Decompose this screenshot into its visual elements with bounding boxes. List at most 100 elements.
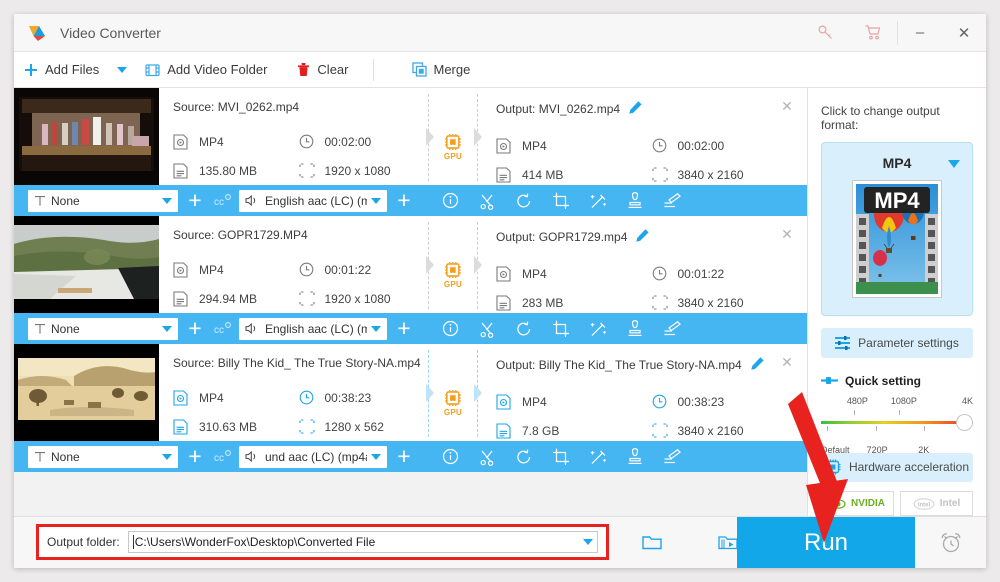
subtitle-icon[interactable] — [655, 188, 689, 214]
remove-file-button[interactable]: ✕ — [779, 226, 795, 242]
info-icon[interactable] — [433, 444, 467, 470]
watermark-icon[interactable] — [618, 444, 652, 470]
video-thumbnail[interactable] — [14, 88, 159, 185]
quality-slider[interactable]: 480P 1080P 4K Default 720P 2K — [821, 395, 973, 455]
open-output-folder-button[interactable] — [626, 517, 678, 569]
rename-output-button[interactable] — [750, 356, 765, 374]
output-format-card[interactable]: MP4 MP4 — [821, 142, 973, 317]
subtitle-select[interactable]: None — [28, 317, 178, 340]
quick-setting-label: Quick setting — [845, 373, 922, 388]
slider-knob[interactable] — [956, 413, 973, 431]
run-button[interactable]: Run — [737, 517, 915, 568]
output-folder-input[interactable]: C:\Users\WonderFox\Desktop\Converted Fil… — [127, 531, 598, 553]
text-icon — [35, 195, 45, 206]
add-video-folder-button[interactable]: Add Video Folder — [135, 52, 277, 88]
info-icon[interactable] — [433, 316, 467, 342]
cut-icon[interactable] — [470, 444, 504, 470]
folder-icon — [642, 536, 662, 550]
intel-icon: intel — [913, 497, 935, 510]
crop-icon[interactable] — [544, 188, 578, 214]
slider-label-1080p: 1080P — [890, 395, 917, 406]
file-row[interactable]: Source: Billy The Kid_ The True Story-NA… — [14, 344, 807, 472]
add-audio-button[interactable]: + — [391, 188, 417, 214]
output-size: 283 MB — [496, 288, 652, 317]
audio-track-select[interactable]: English aac (LC) (m — [239, 317, 387, 340]
app-title: Video Converter — [60, 24, 161, 41]
close-button[interactable]: ✕ — [942, 14, 986, 52]
key-icon[interactable] — [801, 14, 849, 52]
chevron-down-icon[interactable] — [948, 160, 960, 168]
speaker-icon — [245, 194, 256, 207]
effects-icon[interactable] — [581, 316, 615, 342]
source-filename: Source: GOPR1729.MP4 — [173, 228, 308, 242]
file-row[interactable]: Source: GOPR1729.MP4 MP4 00:01:22 294.94… — [14, 216, 807, 344]
source-resolution: 1920 x 1080 — [298, 156, 425, 185]
slider-track — [821, 420, 973, 424]
video-folder-icon — [718, 536, 738, 550]
hardware-acceleration-button[interactable]: Hardware acceleration — [821, 452, 973, 483]
video-thumbnail[interactable] — [14, 344, 159, 441]
nvidia-button[interactable]: NVIDIA — [821, 491, 894, 517]
file-row[interactable]: Source: MVI_0262.mp4 MP4 00:02:00 135.80… — [14, 88, 807, 216]
clear-button[interactable]: Clear — [287, 52, 358, 88]
subtitle-icon[interactable] — [655, 444, 689, 470]
chevron-down-icon[interactable] — [583, 539, 593, 545]
source-resolution: 1280 x 562 — [298, 412, 425, 441]
caption-settings-button[interactable]: cc — [210, 316, 234, 342]
add-subtitle-button[interactable]: + — [182, 444, 208, 470]
minimize-button[interactable]: – — [898, 14, 942, 52]
subtitle-select[interactable]: None — [28, 445, 178, 468]
output-size: 414 MB — [496, 160, 652, 189]
crop-icon[interactable] — [544, 316, 578, 342]
nvidia-icon — [830, 498, 846, 509]
info-icon[interactable] — [433, 188, 467, 214]
merge-button[interactable]: Merge — [402, 52, 481, 88]
file-list[interactable]: Source: MVI_0262.mp4 MP4 00:02:00 135.80… — [14, 88, 807, 516]
rename-output-button[interactable] — [635, 228, 650, 246]
parameter-settings-button[interactable]: Parameter settings — [821, 328, 973, 358]
run-label: Run — [803, 528, 849, 556]
caption-settings-button[interactable]: cc — [210, 188, 234, 214]
output-format: MP4 — [496, 131, 652, 160]
watermark-icon[interactable] — [618, 188, 652, 214]
effects-icon[interactable] — [581, 444, 615, 470]
rename-output-button[interactable] — [628, 100, 643, 118]
closed-caption-icon: cc — [214, 193, 231, 208]
remove-file-button[interactable]: ✕ — [779, 354, 795, 370]
output-format: MP4 — [496, 259, 652, 288]
svg-text:cc: cc — [214, 325, 224, 336]
source-info: Source: GOPR1729.MP4 MP4 00:01:22 294.94… — [159, 216, 424, 313]
output-duration: 00:02:00 — [652, 131, 808, 160]
rotate-icon[interactable] — [507, 188, 541, 214]
cut-icon[interactable] — [470, 316, 504, 342]
add-audio-button[interactable]: + — [391, 444, 417, 470]
gpu-column: GPU — [424, 216, 482, 313]
watermark-icon[interactable] — [618, 316, 652, 342]
add-files-dropdown[interactable] — [109, 52, 135, 88]
row-toolbar: None + cc und aac (LC) (mp4a + — [14, 441, 807, 472]
schedule-button[interactable] — [915, 517, 986, 568]
remove-file-button[interactable]: ✕ — [779, 98, 795, 114]
cut-icon[interactable] — [470, 188, 504, 214]
add-subtitle-button[interactable]: + — [182, 188, 208, 214]
cart-icon[interactable] — [849, 14, 897, 52]
caption-settings-button[interactable]: cc — [210, 444, 234, 470]
video-thumbnail[interactable] — [14, 216, 159, 313]
sliders-icon — [835, 336, 851, 350]
gpu-column: GPU — [424, 344, 482, 441]
effects-icon[interactable] — [581, 188, 615, 214]
intel-button[interactable]: intel Intel — [900, 491, 973, 517]
add-subtitle-button[interactable]: + — [182, 316, 208, 342]
rotate-icon[interactable] — [507, 444, 541, 470]
rotate-icon[interactable] — [507, 316, 541, 342]
add-audio-button[interactable]: + — [391, 316, 417, 342]
main-toolbar: Add Files Add Video Folder Clear Merge — [14, 52, 986, 88]
source-format: MP4 — [173, 383, 299, 412]
crop-icon[interactable] — [544, 444, 578, 470]
closed-caption-icon: cc — [214, 321, 231, 336]
subtitle-icon[interactable] — [655, 316, 689, 342]
audio-track-select[interactable]: English aac (LC) (m — [239, 189, 387, 212]
subtitle-select[interactable]: None — [28, 189, 178, 212]
add-files-button[interactable]: Add Files — [14, 52, 109, 88]
audio-track-select[interactable]: und aac (LC) (mp4a — [239, 445, 387, 468]
